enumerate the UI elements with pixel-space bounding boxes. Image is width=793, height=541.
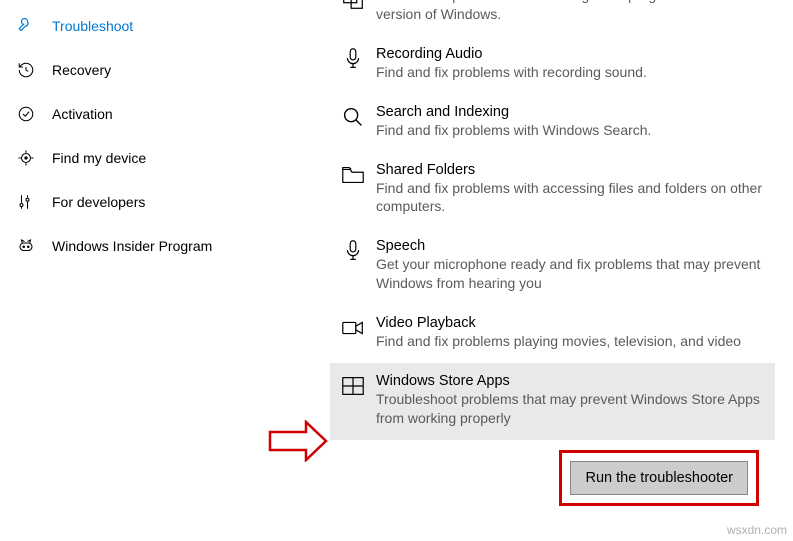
arrow-annotation (268, 420, 328, 467)
troubleshooter-desc: Troubleshoot problems that may prevent W… (376, 390, 765, 428)
troubleshooter-title: Shared Folders (376, 162, 765, 178)
sidebar-item-label: Find my device (52, 150, 146, 166)
troubleshoot-panel: Find and fix problems with running older… (330, 0, 793, 541)
history-icon (16, 60, 36, 80)
troubleshooter-desc: Find and fix problems with running older… (376, 0, 765, 24)
troubleshooter-title: Windows Store Apps (376, 373, 765, 389)
sidebar-item-recovery[interactable]: Recovery (8, 48, 330, 92)
troubleshooter-item-speech[interactable]: Speech Get your microphone ready and fix… (330, 228, 775, 305)
sidebar-item-activation[interactable]: Activation (8, 92, 330, 136)
troubleshooter-desc: Get your microphone ready and fix proble… (376, 255, 765, 293)
troubleshooter-item-windows-store-apps[interactable]: Windows Store Apps Troubleshoot problems… (330, 363, 775, 440)
check-circle-icon (16, 104, 36, 124)
troubleshooter-title: Speech (376, 238, 765, 254)
troubleshooter-title: Recording Audio (376, 46, 765, 62)
sidebar-item-for-developers[interactable]: For developers (8, 180, 330, 224)
watermark: wsxdn.com (727, 523, 787, 537)
troubleshooter-title: Search and Indexing (376, 104, 765, 120)
sidebar-item-find-my-device[interactable]: Find my device (8, 136, 330, 180)
sidebar-item-label: Recovery (52, 62, 111, 78)
video-camera-icon (336, 315, 370, 341)
sidebar-item-label: Windows Insider Program (52, 238, 212, 254)
troubleshooter-item-video-playback[interactable]: Video Playback Find and fix problems pla… (330, 305, 775, 363)
tools-icon (16, 192, 36, 212)
microphone-icon (336, 238, 370, 264)
run-button-highlight: Run the troubleshooter (559, 450, 759, 506)
troubleshooter-desc: Find and fix problems with accessing fil… (376, 179, 765, 217)
apps-grid-icon (336, 373, 370, 399)
microphone-icon (336, 46, 370, 72)
troubleshooter-item-recording-audio[interactable]: Recording Audio Find and fix problems wi… (330, 36, 775, 94)
ninja-cat-icon (16, 236, 36, 256)
folder-icon (336, 162, 370, 188)
troubleshooter-desc: Find and fix problems playing movies, te… (376, 332, 765, 351)
wrench-icon (16, 16, 36, 36)
search-icon (336, 104, 370, 130)
troubleshooter-item-compat[interactable]: Find and fix problems with running older… (330, 0, 775, 36)
troubleshooter-item-shared-folders[interactable]: Shared Folders Find and fix problems wit… (330, 152, 775, 229)
sidebar-item-label: Troubleshoot (52, 18, 133, 34)
troubleshooter-title: Video Playback (376, 315, 765, 331)
troubleshooter-item-search-indexing[interactable]: Search and Indexing Find and fix problem… (330, 94, 775, 152)
sidebar-item-label: Activation (52, 106, 113, 122)
sidebar-item-label: For developers (52, 194, 145, 210)
troubleshooter-desc: Find and fix problems with Windows Searc… (376, 121, 765, 140)
location-icon (16, 148, 36, 168)
sidebar-item-windows-insider[interactable]: Windows Insider Program (8, 224, 330, 268)
run-troubleshooter-button[interactable]: Run the troubleshooter (570, 461, 748, 495)
sidebar-item-troubleshoot[interactable]: Troubleshoot (8, 4, 330, 48)
troubleshooter-desc: Find and fix problems with recording sou… (376, 63, 765, 82)
compat-icon (336, 0, 370, 12)
